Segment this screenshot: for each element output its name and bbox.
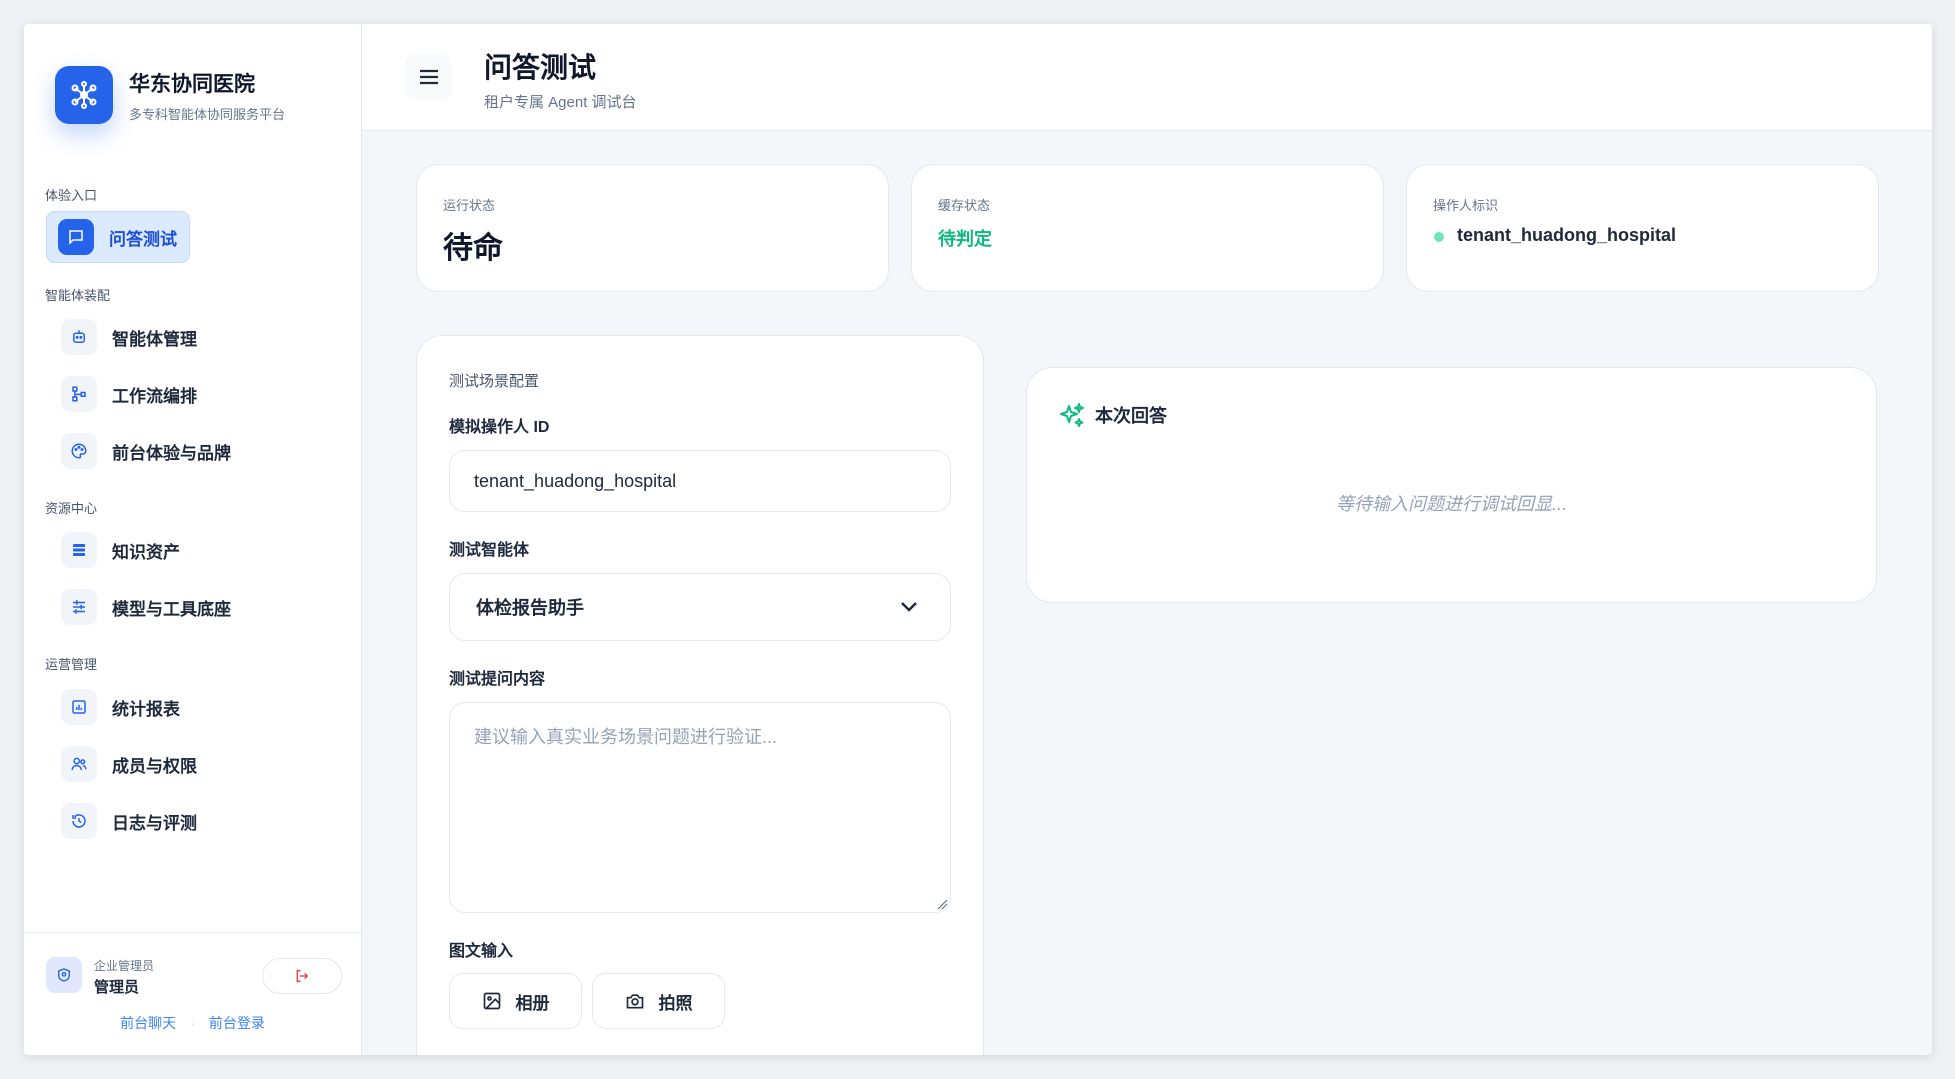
sidebar-item-logs[interactable]: 日志与评测 (46, 795, 197, 847)
logout-icon (296, 969, 309, 983)
chart-icon (61, 689, 97, 725)
sidebar-item-label: 问答测试 (109, 229, 177, 249)
brand-name: 华东协同医院 (129, 72, 255, 96)
chevron-down-icon (901, 602, 917, 612)
resize-handle-icon[interactable] (936, 898, 948, 910)
album-button-label: 相册 (515, 993, 550, 1013)
sidebar-item-members[interactable]: 成员与权限 (46, 738, 197, 790)
answer-placeholder: 等待输入问题进行调试回显... (1335, 494, 1567, 514)
sidebar-item-label: 日志与评测 (112, 813, 197, 833)
user-role: 企业管理员 (94, 959, 155, 973)
agent-select-value: 体检报告助手 (476, 598, 584, 618)
sliders-icon (61, 589, 97, 625)
sidebar-item-agent-management[interactable]: 智能体管理 (46, 311, 197, 363)
agent-select[interactable]: 体检报告助手 (449, 573, 951, 641)
link-front-chat[interactable]: 前台聊天 (120, 1015, 176, 1031)
sidebar-item-label: 前台体验与品牌 (112, 443, 231, 463)
page-title: 问答测试 (484, 52, 597, 83)
palette-icon (61, 433, 97, 469)
logout-button[interactable] (262, 958, 342, 994)
stat-card-run-status: 运行状态 待命 (416, 164, 889, 292)
operator-id-input[interactable]: tenant_huadong_hospital (449, 450, 951, 512)
camera-icon (626, 994, 643, 1009)
nav-section-agent-assembly: 智能体装配 (45, 288, 111, 303)
sidebar-item-workflow[interactable]: 工作流编排 (46, 368, 197, 420)
users-icon (61, 746, 97, 782)
stat-label: 运行状态 (443, 198, 496, 213)
sparkles-icon (1060, 403, 1084, 427)
sidebar-footer: 企业管理员 管理员 前台聊天 · 前台登录 (24, 932, 361, 1055)
answer-title: 本次回答 (1095, 406, 1167, 426)
brand-subtitle: 多专科智能体协同服务平台 (129, 106, 286, 122)
shield-user-icon (46, 957, 82, 993)
sidebar-item-label: 智能体管理 (112, 329, 197, 349)
separator-dot: · (190, 1015, 195, 1031)
prompt-placeholder: 建议输入真实业务场景问题进行验证... (474, 727, 778, 747)
hamburger-icon (420, 69, 438, 85)
sidebar-item-label: 模型与工具底座 (112, 599, 231, 619)
image-icon (483, 992, 500, 1010)
sidebar-item-qa-test[interactable]: 问答测试 (46, 211, 190, 263)
sidebar-item-models-tools[interactable]: 模型与工具底座 (46, 581, 231, 633)
nav-section-operations: 运营管理 (45, 657, 98, 672)
sidebar-item-knowledge[interactable]: 知识资产 (46, 524, 180, 576)
answer-panel: 本次回答 等待输入问题进行调试回显... (1026, 367, 1877, 603)
workflow-icon (61, 376, 97, 412)
app-window: 华东协同医院 多专科智能体协同服务平台 体验入口 问答测试 智能体装配 智能体管… (24, 24, 1932, 1055)
camera-button[interactable]: 拍照 (592, 973, 725, 1029)
sidebar-item-label: 统计报表 (112, 699, 180, 719)
menu-toggle-button[interactable] (406, 54, 452, 100)
nav-section-resource-center: 资源中心 (45, 501, 98, 516)
footer-links: 前台聊天 · 前台登录 (24, 1013, 361, 1033)
camera-button-label: 拍照 (658, 993, 693, 1013)
operator-id-value: tenant_huadong_hospital (474, 470, 677, 491)
sidebar-item-frontend-brand[interactable]: 前台体验与品牌 (46, 425, 231, 477)
sidebar-item-label: 知识资产 (112, 542, 180, 562)
sidebar: 华东协同医院 多专科智能体协同服务平台 体验入口 问答测试 智能体装配 智能体管… (24, 24, 362, 1055)
operator-id-label: 模拟操作人 ID (449, 419, 550, 436)
topbar: 问答测试 租户专属 Agent 调试台 (362, 24, 1932, 131)
chat-icon (58, 219, 94, 255)
robot-icon (61, 319, 97, 355)
stat-card-cache-status: 缓存状态 待判定 (911, 164, 1384, 292)
sidebar-item-label: 工作流编排 (112, 386, 197, 406)
status-dot (1434, 232, 1444, 242)
stat-value: 待命 (443, 232, 503, 265)
stat-label: 操作人标识 (1433, 198, 1499, 213)
sidebar-item-statistics[interactable]: 统计报表 (46, 681, 180, 733)
stat-card-operator-id: 操作人标识 tenant_huadong_hospital (1406, 164, 1879, 292)
prompt-label: 测试提问内容 (449, 671, 546, 688)
history-icon (61, 803, 97, 839)
link-front-login[interactable]: 前台登录 (209, 1015, 265, 1031)
image-input-label: 图文输入 (449, 943, 514, 960)
nav-section-experience: 体验入口 (45, 188, 98, 203)
page-subtitle: 租户专属 Agent 调试台 (484, 94, 637, 111)
album-button[interactable]: 相册 (449, 973, 582, 1029)
test-config-panel: 测试场景配置 模拟操作人 ID tenant_huadong_hospital … (416, 335, 984, 1055)
network-logo-icon (55, 66, 113, 124)
prompt-textarea[interactable]: 建议输入真实业务场景问题进行验证... (449, 702, 951, 913)
stat-label: 缓存状态 (938, 198, 991, 213)
stat-value: tenant_huadong_hospital (1457, 225, 1677, 245)
agent-select-label: 测试智能体 (449, 542, 530, 559)
list-icon (61, 532, 97, 568)
stat-value: 待判定 (938, 229, 992, 249)
brand[interactable]: 华东协同医院 多专科智能体协同服务平台 (55, 66, 285, 124)
config-title: 测试场景配置 (449, 373, 540, 390)
main-content: 问答测试 租户专属 Agent 调试台 运行状态 待命 缓存状态 待判定 操作人… (362, 24, 1932, 1055)
user-name: 管理员 (94, 979, 140, 996)
sidebar-item-label: 成员与权限 (112, 756, 197, 776)
